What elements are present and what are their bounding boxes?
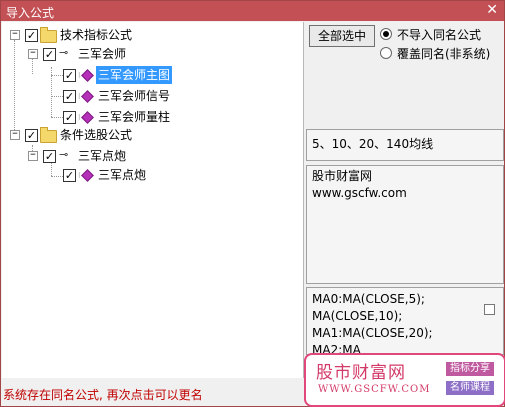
tree-node-technical-indicators[interactable]: − ✓ 技术指标公式	[2, 26, 302, 44]
watermark-brand: 股市财富网	[316, 363, 406, 383]
checkbox[interactable]: ✓	[43, 48, 56, 61]
tree-node-label: 条件选股公式	[60, 128, 133, 142]
radio-overwrite-label: 覆盖同名(非系统)	[397, 47, 491, 61]
formula-prefix-icon: ⁝	[78, 171, 81, 180]
checkbox[interactable]: ✓	[25, 29, 38, 42]
formula-icon	[81, 90, 94, 103]
info-box: 股市财富网 www.gscfw.com	[306, 165, 504, 284]
import-formula-window: 导入公式 ✕ − ✓ 技术指标公式 − ✓ ⊸ 三军会师 ✓ ⁝ 三军会师主图 …	[0, 0, 505, 407]
tree-node-formula[interactable]: ✓ ⁝ 三军点炮	[2, 166, 302, 184]
formula-code-box[interactable]: MA0:MA(CLOSE,5); MA(CLOSE,10); MA1:MA(CL…	[306, 287, 504, 355]
checkbox[interactable]: ✓	[63, 90, 76, 103]
formula-prefix-icon: ⁝	[78, 92, 81, 101]
tree-node-label: 三军会师信号	[98, 89, 171, 103]
watermark-url: WWW.GSCFW.COM	[318, 384, 431, 395]
checkbox[interactable]: ✓	[43, 150, 56, 163]
tree-node-label: 技术指标公式	[60, 28, 133, 42]
checkbox[interactable]: ✓	[63, 169, 76, 182]
code-checkbox[interactable]	[484, 304, 495, 315]
tree-node-label: 三军会师量柱	[98, 110, 171, 124]
window-title: 导入公式	[6, 6, 55, 20]
collapse-icon[interactable]: −	[10, 130, 20, 140]
options-panel: 全部选中 不导入同名公式 覆盖同名(非系统) 5、10、20、140均线 股市财…	[305, 22, 504, 402]
key-icon: ⊸	[59, 46, 69, 59]
key-icon: ⊸	[59, 148, 69, 161]
tree-node-author-sanjunhuishi[interactable]: − ✓ ⊸ 三军会师	[2, 44, 302, 62]
radio-skip-duplicates[interactable]	[380, 28, 392, 40]
close-icon[interactable]: ✕	[486, 2, 498, 18]
status-bar: 系统存在同名公式, 再次点击可以更名	[2, 379, 302, 405]
select-all-button[interactable]: 全部选中	[309, 25, 375, 47]
watermark-tag-courses: 名师课程	[446, 381, 494, 395]
collapse-icon[interactable]: −	[28, 151, 38, 161]
radio-skip-duplicates-label: 不导入同名公式	[397, 28, 482, 42]
watermark-tag-indicator-share: 指标分享	[446, 362, 494, 376]
collapse-icon[interactable]: −	[10, 30, 20, 40]
folder-icon	[40, 127, 57, 143]
folder-icon	[40, 27, 57, 43]
tree-node-label: 三军点炮	[78, 149, 127, 163]
info-site-url: www.gscfw.com	[312, 186, 407, 200]
tree-node-formula[interactable]: ✓ ⁝ 三军会师信号	[2, 87, 302, 105]
title-bar: 导入公式 ✕	[1, 1, 504, 21]
tree-node-author-sanjundianpao[interactable]: − ✓ ⊸ 三军点炮	[2, 146, 302, 164]
formula-code-text: MA0:MA(CLOSE,5); MA(CLOSE,10); MA1:MA(CL…	[312, 292, 433, 355]
description-box: 5、10、20、140均线	[306, 129, 504, 161]
tree-node-label: 三军会师主图	[96, 66, 173, 84]
info-site-name: 股市财富网	[312, 169, 373, 183]
formula-prefix-icon: ⁝	[78, 71, 81, 80]
description-text: 5、10、20、140均线	[312, 137, 434, 151]
formula-tree: − ✓ 技术指标公式 − ✓ ⊸ 三军会师 ✓ ⁝ 三军会师主图 ✓ ⁝ 三军会…	[2, 22, 304, 378]
formula-icon	[81, 169, 94, 182]
tree-node-label: 三军会师	[78, 47, 127, 61]
collapse-icon[interactable]: −	[28, 49, 38, 59]
watermark-logo: 股市财富网 WWW.GSCFW.COM 指标分享 名师课程	[304, 353, 505, 407]
tree-node-stock-selection[interactable]: − ✓ 条件选股公式	[2, 125, 302, 143]
checkbox[interactable]: ✓	[63, 69, 76, 82]
checkbox[interactable]: ✓	[63, 111, 76, 124]
checkbox[interactable]: ✓	[25, 129, 38, 142]
radio-overwrite[interactable]	[380, 47, 392, 59]
status-text: 系统存在同名公式, 再次点击可以更名	[3, 388, 203, 402]
formula-icon	[81, 69, 94, 82]
tree-node-formula[interactable]: ✓ ⁝ 三军会师主图	[2, 66, 302, 84]
tree-node-formula[interactable]: ✓ ⁝ 三军会师量柱	[2, 108, 302, 126]
formula-icon	[81, 111, 94, 124]
tree-node-label: 三军点炮	[98, 168, 147, 182]
